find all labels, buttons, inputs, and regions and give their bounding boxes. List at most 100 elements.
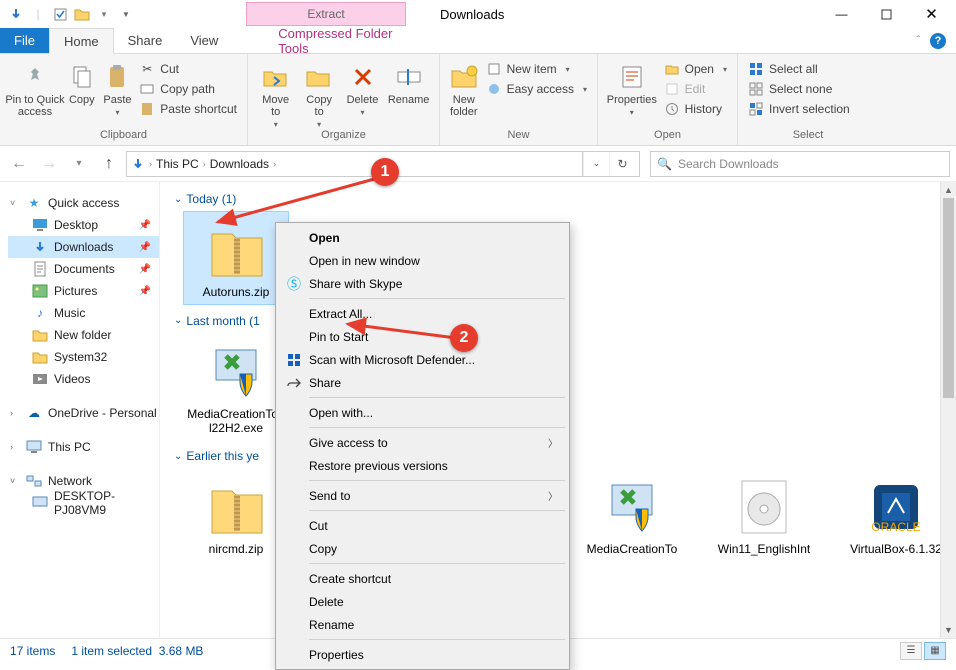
move-to-button[interactable]: Move to▾ (256, 58, 295, 129)
invert-selection-icon (748, 101, 764, 117)
rename-button[interactable]: Rename (386, 58, 431, 106)
forward-button[interactable]: → (36, 151, 62, 177)
qat-overflow-icon[interactable]: ▼ (116, 4, 136, 24)
minimize-button[interactable]: — (819, 0, 864, 28)
ribbon-collapse-icon[interactable]: ˆ (917, 35, 920, 46)
context-menu-pin-to-start[interactable]: Pin to Start (279, 325, 566, 348)
delete-button[interactable]: Delete▾ (343, 58, 382, 117)
breadcrumb-chevron-icon[interactable]: › (203, 159, 206, 169)
copy-button[interactable]: Copy (66, 58, 98, 106)
recent-locations-button[interactable]: ▾ (66, 151, 92, 177)
breadcrumb-chevron-icon[interactable]: › (273, 159, 276, 169)
properties-button[interactable]: Properties▾ (606, 58, 658, 117)
file-item[interactable]: nircmd.zip (184, 469, 288, 561)
breadcrumb-chevron-icon[interactable]: › (149, 159, 152, 169)
close-button[interactable]: ✕ (909, 0, 954, 28)
history-button[interactable]: History (662, 100, 729, 118)
sidebar-item-new-folder[interactable]: New folder (8, 324, 159, 346)
copy-to-button[interactable]: Copy to▾ (299, 58, 338, 129)
scroll-up-icon[interactable]: ▲ (941, 182, 956, 198)
context-menu-copy[interactable]: Copy (279, 537, 566, 560)
context-menu-share-with-skype[interactable]: ⓈShare with Skype (279, 272, 566, 295)
file-item[interactable]: Win11_EnglishInt (712, 469, 816, 561)
sidebar-onedrive[interactable]: ›☁OneDrive - Personal (8, 402, 159, 424)
sidebar-quick-access[interactable]: ˅★Quick access (8, 192, 159, 214)
group-today[interactable]: ⌄Today (1) (174, 192, 956, 206)
status-selection: 1 item selected 3.68 MB (71, 644, 203, 658)
tab-file[interactable]: File (0, 28, 49, 53)
sidebar-item-system32[interactable]: System32 (8, 346, 159, 368)
select-all-button[interactable]: Select all (746, 60, 852, 78)
scissors-icon: ✂ (139, 61, 155, 77)
open-button[interactable]: Open▾ (662, 60, 729, 78)
pin-icon: 📌 (139, 242, 159, 253)
tab-home[interactable]: Home (49, 28, 114, 54)
context-menu-rename[interactable]: Rename (279, 613, 566, 636)
context-menu-give-access-to[interactable]: Give access to〉 (279, 431, 566, 454)
qat-dropdown-icon[interactable]: ▾ (94, 4, 114, 24)
down-arrow-icon[interactable] (6, 4, 26, 24)
sidebar-item-desktop[interactable]: Desktop📌 (8, 214, 159, 236)
context-menu-restore-previous-versions[interactable]: Restore previous versions (279, 454, 566, 477)
paste-button[interactable]: Paste▾ (102, 58, 134, 117)
tab-compressed-tools[interactable]: Compressed Folder Tools (264, 28, 424, 53)
sidebar-item-videos[interactable]: Videos (8, 368, 159, 390)
context-menu-delete[interactable]: Delete (279, 590, 566, 613)
pc-icon (32, 495, 48, 511)
scrollbar[interactable]: ▲ ▼ (940, 182, 956, 638)
sidebar-item-downloads[interactable]: Downloads📌 (8, 236, 159, 258)
scroll-thumb[interactable] (943, 198, 954, 398)
sidebar-item-documents[interactable]: Documents📌 (8, 258, 159, 280)
sidebar-this-pc[interactable]: ›This PC (8, 436, 159, 458)
back-button[interactable]: ← (6, 151, 32, 177)
large-icons-view-button[interactable]: ▦ (924, 642, 946, 660)
address-dropdown-button[interactable]: ⌄ (583, 152, 609, 176)
file-item[interactable]: ORACLEVirtualBox-6.1.32 (844, 469, 948, 561)
easy-access-button[interactable]: Easy access▾ (484, 80, 589, 98)
context-menu-open-in-new-window[interactable]: Open in new window (279, 249, 566, 272)
edit-icon (664, 81, 680, 97)
folder-icon[interactable] (72, 4, 92, 24)
context-menu-cut[interactable]: Cut (279, 514, 566, 537)
breadcrumb-downloads[interactable]: Downloads (210, 157, 269, 171)
cut-button[interactable]: ✂Cut (137, 60, 239, 78)
tab-share[interactable]: Share (114, 28, 177, 53)
pin-to-quick-access-button[interactable]: Pin to Quick access (8, 58, 62, 118)
context-menu-send-to[interactable]: Send to〉 (279, 484, 566, 507)
context-menu-create-shortcut[interactable]: Create shortcut (279, 567, 566, 590)
select-none-button[interactable]: Select none (746, 80, 852, 98)
refresh-button[interactable]: ↻ (609, 152, 635, 176)
help-icon[interactable]: ? (930, 33, 946, 49)
context-menu-share[interactable]: Share (279, 371, 566, 394)
file-item[interactable]: MediaCreationTool22H2.exe (184, 334, 288, 440)
context-menu-extract-all[interactable]: Extract All... (279, 302, 566, 325)
edit-button[interactable]: Edit (662, 80, 729, 98)
qat-checkbox-icon[interactable] (50, 4, 70, 24)
paste-shortcut-button[interactable]: Paste shortcut (137, 100, 239, 118)
maximize-button[interactable] (864, 0, 909, 28)
up-button[interactable]: ↑ (96, 151, 122, 177)
new-item-button[interactable]: New item▾ (484, 60, 589, 78)
new-folder-button[interactable]: New folder (448, 58, 480, 118)
sidebar-item-music[interactable]: ♪Music (8, 302, 159, 324)
delete-x-icon (348, 62, 378, 92)
context-menu-open[interactable]: Open (279, 226, 566, 249)
context-menu-open-with[interactable]: Open with... (279, 401, 566, 424)
context-menu-scan-with-microsoft-defender[interactable]: Scan with Microsoft Defender... (279, 348, 566, 371)
scroll-down-icon[interactable]: ▼ (941, 622, 956, 638)
pc-icon (26, 439, 42, 455)
sidebar-network-computer[interactable]: DESKTOP-PJ08VM9 (8, 492, 159, 514)
file-item[interactable]: Autoruns.zip (184, 212, 288, 304)
invert-selection-button[interactable]: Invert selection (746, 100, 852, 118)
group-label-select: Select (746, 129, 870, 143)
sidebar-item-pictures[interactable]: Pictures📌 (8, 280, 159, 302)
details-view-button[interactable]: ☰ (900, 642, 922, 660)
tab-view[interactable]: View (176, 28, 232, 53)
breadcrumb-this-pc[interactable]: This PC (156, 157, 199, 171)
file-item[interactable]: MediaCreationTo (580, 469, 684, 561)
context-menu-properties[interactable]: Properties (279, 643, 566, 666)
search-box[interactable]: 🔍 Search Downloads (650, 151, 950, 177)
copy-path-button[interactable]: Copy path (137, 80, 239, 98)
file-thumbnail (202, 475, 270, 539)
annotation-bubble-1: 1 (371, 158, 399, 186)
